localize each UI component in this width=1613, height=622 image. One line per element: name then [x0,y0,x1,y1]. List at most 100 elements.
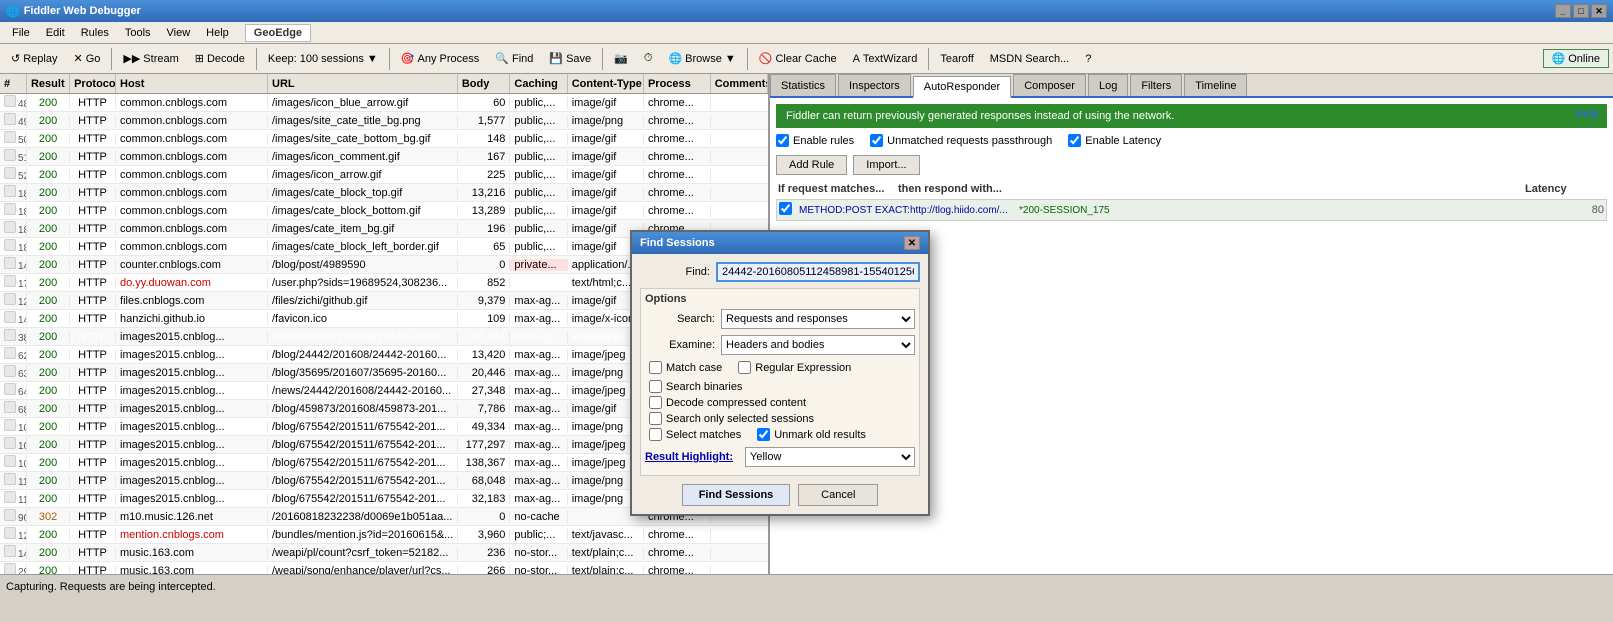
ar-rule-row[interactable]: METHOD:POST EXACT:http://tlog.hiido.com/… [776,199,1607,221]
table-row[interactable]: 122 200 HTTP mention.cnblogs.com /bundle… [0,526,768,544]
search-label: Search: [645,313,715,325]
decode-compressed-input[interactable] [649,396,662,409]
add-rule-button[interactable]: Add Rule [776,155,847,175]
row-body: 148 [458,133,511,145]
stream-button[interactable]: ▶▶ Stream [116,47,185,71]
row-caching: max-ag... [510,349,567,361]
tearoff-button[interactable]: Tearoff [933,47,980,71]
row-result: 200 [27,493,70,505]
select-matches-checkbox[interactable]: Select matches [645,428,741,441]
enable-rules-input[interactable] [776,134,789,147]
menu-view[interactable]: View [159,25,199,41]
minimize-button[interactable]: _ [1555,4,1571,18]
search-binaries-checkbox[interactable]: Search binaries [645,380,915,393]
enable-rules-checkbox[interactable]: Enable rules [776,134,854,147]
regex-input[interactable] [738,361,751,374]
maximize-button[interactable]: □ [1573,4,1589,18]
menu-file[interactable]: File [4,25,38,41]
table-row[interactable]: 48 200 HTTP common.cnblogs.com /images/i… [0,94,768,112]
table-row[interactable]: 51 200 HTTP common.cnblogs.com /images/i… [0,148,768,166]
browse-button[interactable]: 🌐 Browse ▼ [661,47,742,71]
search-select[interactable]: Requests and responses [721,309,915,329]
row-result: 200 [27,313,70,325]
menu-edit[interactable]: Edit [38,25,73,41]
unmatched-passthrough-checkbox[interactable]: Unmatched requests passthrough [870,134,1052,147]
camera-button[interactable]: 📷 [607,47,635,71]
search-binaries-input[interactable] [649,380,662,393]
decode-compressed-checkbox[interactable]: Decode compressed content [645,396,915,409]
menu-help[interactable]: Help [198,25,237,41]
col-header-comments[interactable]: Comments [711,74,768,93]
help-icon-button[interactable]: ? [1078,47,1098,71]
find-dialog-close-button[interactable]: ✕ [904,236,920,250]
col-header-url[interactable]: URL [268,74,458,93]
timer-button[interactable]: ⏱ [637,47,660,71]
col-header-result[interactable]: Result [27,74,70,93]
help-link[interactable]: Help [1567,104,1607,124]
col-header-content-type[interactable]: Content-Type [568,74,644,93]
enable-latency-checkbox[interactable]: Enable Latency [1068,134,1161,147]
table-row[interactable]: 50 200 HTTP common.cnblogs.com /images/s… [0,130,768,148]
status-text: Capturing. Requests are being intercepte… [6,581,216,593]
table-row[interactable]: 14 200 HTTP music.163.com /weapi/pl/coun… [0,544,768,562]
tab-statistics[interactable]: Statistics [770,74,836,96]
find-button[interactable]: 🔍 Find [488,47,540,71]
close-button[interactable]: ✕ [1591,4,1607,18]
any-process-button[interactable]: 🎯 Any Process [394,47,486,71]
replay-button[interactable]: ↺ Replay [4,47,64,71]
select-matches-input[interactable] [649,428,662,441]
search-selected-checkbox[interactable]: Search only selected sessions [645,412,915,425]
unmark-input[interactable] [757,428,770,441]
row-num: 143 [0,311,27,326]
tab-filters[interactable]: Filters [1130,74,1182,96]
menu-rules[interactable]: Rules [73,25,117,41]
row-process: chrome... [644,151,711,163]
decode-button[interactable]: ⊞ Decode [188,47,252,71]
find-input[interactable] [716,262,920,282]
table-row[interactable]: 52 200 HTTP common.cnblogs.com /images/i… [0,166,768,184]
table-row[interactable]: 29 200 HTTP music.163.com /weapi/song/en… [0,562,768,574]
examine-select[interactable]: Headers and bodies [721,335,915,355]
geoedge-plugin[interactable]: GeoEdge [245,24,311,42]
col-header-host[interactable]: Host [116,74,268,93]
tab-timeline[interactable]: Timeline [1184,74,1247,96]
clear-cache-button[interactable]: 🚫 Clear Cache [752,47,844,71]
unmatched-passthrough-input[interactable] [870,134,883,147]
match-case-input[interactable] [649,361,662,374]
col-header-caching[interactable]: Caching [510,74,567,93]
row-host: common.cnblogs.com [116,223,268,235]
keep-sessions-button[interactable]: Keep: 100 sessions ▼ [261,47,385,71]
menu-tools[interactable]: Tools [117,25,159,41]
find-sessions-button[interactable]: Find Sessions [682,484,791,506]
col-header-body[interactable]: Body [458,74,511,93]
save-button[interactable]: 💾 Save [542,47,598,71]
import-button[interactable]: Import... [853,155,919,175]
cancel-button[interactable]: Cancel [798,484,878,506]
match-case-checkbox[interactable]: Match case [645,361,722,374]
enable-latency-input[interactable] [1068,134,1081,147]
regex-checkbox[interactable]: Regular Expression [734,361,851,374]
tab-log[interactable]: Log [1088,74,1128,96]
row-process: chrome... [644,187,711,199]
table-row[interactable]: 182 200 HTTP common.cnblogs.com /images/… [0,202,768,220]
unmark-checkbox[interactable]: Unmark old results [753,428,866,441]
row-caching: max-ag... [510,493,567,505]
table-row[interactable]: 49 200 HTTP common.cnblogs.com /images/s… [0,112,768,130]
text-wizard-button[interactable]: A TextWizard [846,47,925,71]
col-header-protocol[interactable]: Protocol [70,74,116,93]
col-header-num[interactable]: # [0,74,27,93]
row-body: 13,216 [458,187,511,199]
browse-icon: 🌐 [668,52,682,65]
tab-autoresponder[interactable]: AutoResponder [913,76,1011,98]
msdn-search-button[interactable]: MSDN Search... [983,47,1076,71]
result-highlight-select[interactable]: Yellow [745,447,915,467]
tab-composer[interactable]: Composer [1013,74,1086,96]
search-selected-input[interactable] [649,412,662,425]
table-row[interactable]: 181 200 HTTP common.cnblogs.com /images/… [0,184,768,202]
app-title: Fiddler Web Debugger [24,5,141,17]
tab-inspectors[interactable]: Inspectors [838,74,911,96]
row-process: chrome... [644,169,711,181]
rule-checkbox[interactable] [779,202,799,218]
go-button[interactable]: ✕ Go [66,47,107,71]
col-header-process[interactable]: Process [644,74,711,93]
